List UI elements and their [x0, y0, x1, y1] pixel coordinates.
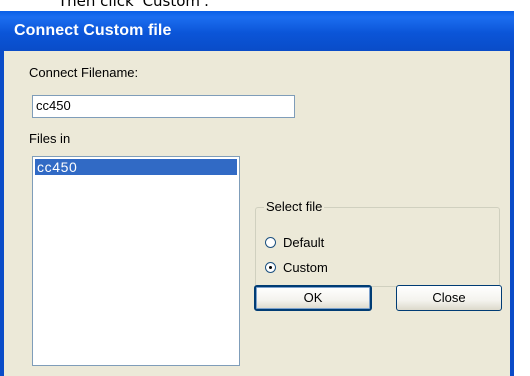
files-in-label: Files in	[29, 131, 71, 146]
list-item[interactable]: cc450	[35, 159, 237, 175]
window-frame-left	[0, 51, 4, 376]
radio-custom[interactable]: Custom	[265, 259, 328, 275]
connect-custom-file-dialog: Connect Custom file Connect Filename: cc…	[0, 11, 514, 376]
close-button[interactable]: Close	[396, 285, 502, 311]
radio-default-label[interactable]: Default	[283, 235, 324, 250]
filename-input[interactable]: cc450	[32, 95, 295, 118]
instruction-caption: Then click 'Custom'.	[58, 0, 209, 10]
ok-button[interactable]: OK	[254, 285, 372, 311]
window-frame-right	[510, 51, 514, 376]
filename-label: Connect Filename:	[29, 65, 139, 80]
radio-default-button[interactable]	[265, 236, 276, 248]
radio-custom-label[interactable]: Custom	[283, 260, 328, 275]
select-file-legend: Select file	[264, 199, 325, 214]
files-listbox[interactable]: cc450	[32, 156, 240, 366]
select-file-group: Select file Default Custom	[255, 199, 500, 287]
radio-default[interactable]: Default	[265, 234, 324, 250]
dialog-title: Connect Custom file	[0, 11, 514, 51]
radio-custom-button[interactable]	[265, 261, 276, 273]
